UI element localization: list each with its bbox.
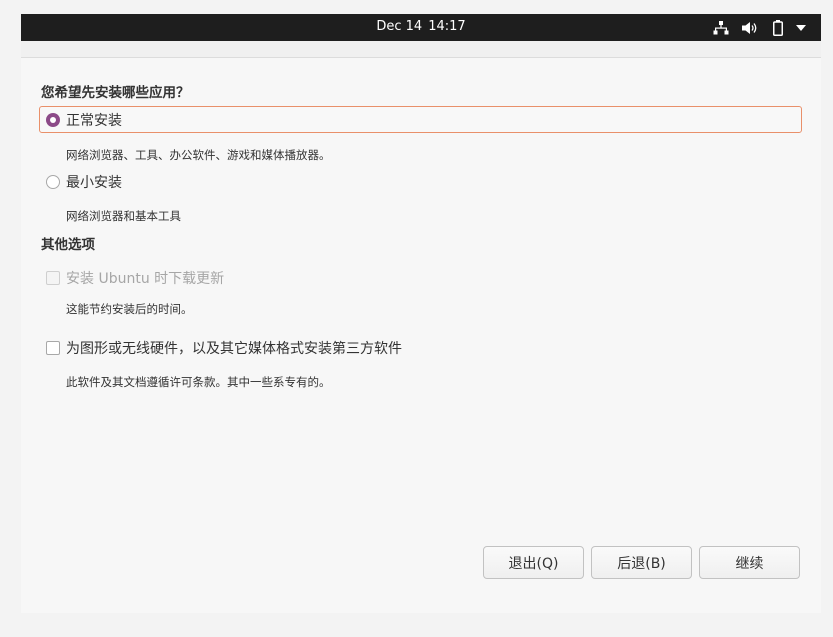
- normal-install-description: 网络浏览器、工具、办公软件、游戏和媒体播放器。: [66, 148, 331, 162]
- minimal-install-radio[interactable]: [46, 174, 60, 189]
- download-updates-description: 这能节约安装后的时间。: [66, 302, 193, 316]
- window-header-bar: [21, 41, 821, 58]
- normal-install-label: 正常安装: [66, 112, 122, 129]
- network-wired-icon[interactable]: [711, 14, 731, 41]
- system-menu-arrow-icon[interactable]: [793, 14, 809, 41]
- install-question-heading: 您希望先安装哪些应用？: [41, 85, 190, 101]
- radio-dot-icon: [50, 116, 56, 123]
- installer-window: 您希望先安装哪些应用？ 正常安装 网络浏览器、工具、办公软件、游戏和媒体播放器。…: [21, 41, 821, 613]
- minimal-install-option[interactable]: 最小安装: [39, 168, 802, 195]
- normal-install-option[interactable]: 正常安装: [39, 106, 802, 133]
- third-party-label: 为图形或无线硬件，以及其它媒体格式安装第三方软件: [66, 340, 402, 357]
- minimal-install-description: 网络浏览器和基本工具: [66, 209, 181, 223]
- quit-button[interactable]: 退出(Q): [483, 546, 584, 579]
- third-party-option[interactable]: 为图形或无线硬件，以及其它媒体格式安装第三方软件: [39, 334, 802, 361]
- download-updates-label: 安装 Ubuntu 时下载更新: [66, 270, 225, 287]
- third-party-checkbox[interactable]: [46, 340, 60, 355]
- clock[interactable]: Dec 14 14:17: [21, 19, 821, 34]
- back-button[interactable]: 后退(B): [591, 546, 692, 579]
- third-party-description: 此软件及其文档遵循许可条款。其中一些系专有的。: [66, 375, 331, 389]
- screen: Dec 14 14:17 您希望先安装哪些应用？ 正常安装 网络浏览器、工具、办…: [0, 0, 833, 637]
- continue-button[interactable]: 继续: [699, 546, 800, 579]
- top-bar: Dec 14 14:17: [21, 14, 821, 41]
- download-updates-option: 安装 Ubuntu 时下载更新: [39, 264, 802, 291]
- battery-icon[interactable]: [769, 14, 787, 41]
- clock-time: 14:17: [428, 19, 466, 34]
- normal-install-radio[interactable]: [46, 112, 60, 127]
- minimal-install-label: 最小安装: [66, 174, 122, 191]
- download-updates-checkbox: [46, 270, 60, 285]
- other-options-heading: 其他选项: [41, 237, 95, 253]
- clock-date: Dec 14: [376, 19, 423, 34]
- volume-icon[interactable]: [739, 14, 761, 41]
